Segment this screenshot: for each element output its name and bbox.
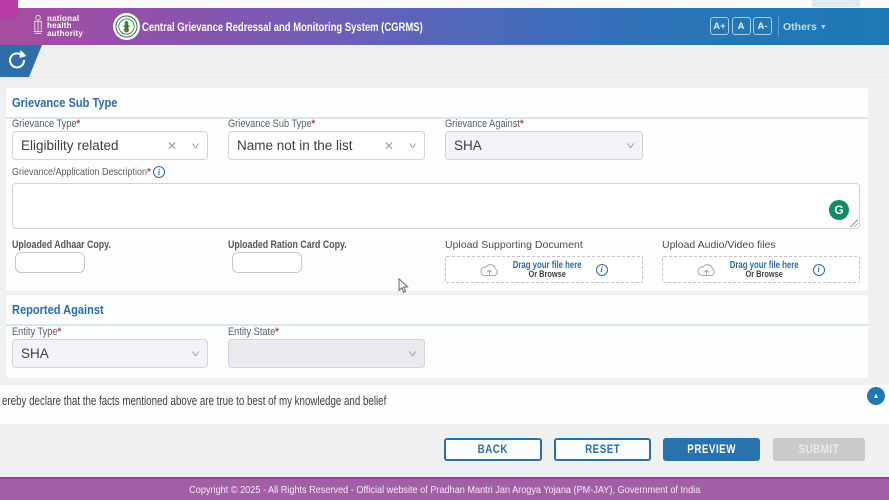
entity-state-label: Entity State* (228, 326, 279, 338)
corner-square (0, 0, 18, 18)
description-label: Grievance/Application Description* i (12, 166, 165, 178)
audio-video-label: Upload Audio/Video files (662, 239, 776, 251)
entity-type-select[interactable]: SHA ˅ (12, 339, 208, 368)
top-strip-pill (812, 0, 860, 7)
app-header: national health authority Central Grieva… (0, 8, 889, 45)
upload-cloud-icon (697, 263, 715, 276)
section-heading-reported: Reported Against (6, 295, 868, 326)
entity-type-field: Entity Type* SHA ˅ (12, 326, 208, 368)
chevron-down-icon[interactable]: ˅ (191, 141, 199, 151)
toolbar (0, 45, 889, 78)
clear-icon[interactable]: ✕ (167, 139, 177, 153)
chevron-down-icon[interactable]: ˅ (191, 349, 199, 359)
entity-type-label: Entity Type* (12, 326, 62, 338)
font-normal-button[interactable]: A (731, 17, 751, 35)
declaration-text: ereby declare that the facts mentioned a… (2, 394, 387, 408)
footer: Copyright © 2025 - All Rights Reserved -… (0, 477, 889, 500)
font-increase-button[interactable]: A+ (710, 17, 729, 35)
browse-link[interactable]: Or Browse (730, 269, 799, 279)
description-textarea[interactable]: G (12, 183, 860, 229)
font-size-controls: A+ A A- (710, 17, 772, 35)
font-decrease-button[interactable]: A- (753, 17, 772, 35)
top-strip (0, 0, 889, 8)
adhaar-upload-label: Uploaded Adhaar Copy. (12, 239, 111, 251)
resize-handle[interactable] (850, 219, 858, 227)
page-title: Central Grievance Redressal and Monitori… (142, 20, 423, 34)
clear-icon[interactable]: ✕ (384, 139, 394, 153)
refresh-tab[interactable] (0, 45, 44, 77)
grammarly-icon[interactable]: G (829, 200, 849, 220)
nha-logo: national health authority (32, 13, 83, 39)
adhaar-upload-box[interactable] (15, 252, 85, 273)
grievance-type-label: Grievance Type* (12, 118, 81, 130)
grievance-subtype-field: Grievance Sub Type* Name not in the list… (228, 118, 425, 160)
entity-state-field: Entity State* ˅ (228, 326, 425, 368)
entity-state-select[interactable]: ˅ (228, 339, 425, 368)
grievance-against-field: Grievance Against* SHA ˅ (445, 118, 643, 160)
pmjay-round-logo (113, 13, 140, 40)
mouse-cursor (398, 278, 409, 293)
nha-emblem-icon (33, 14, 43, 34)
supporting-doc-label: Upload Supporting Document (445, 239, 583, 251)
back-button[interactable]: BACK (444, 438, 542, 461)
browse-link[interactable]: Or Browse (513, 269, 582, 279)
chevron-down-icon: ▼ (819, 24, 827, 31)
grievance-subtype-select[interactable]: Name not in the list ✕ ˅ (228, 131, 425, 160)
scroll-top-button[interactable]: ▲ (867, 387, 885, 405)
section-heading-grievance: Grievance Sub Type (6, 88, 868, 119)
ration-upload-label: Uploaded Ration Card Copy. (228, 239, 347, 251)
reset-button[interactable]: RESET (554, 438, 651, 461)
grievance-against-select[interactable]: SHA ˅ (445, 131, 643, 160)
grievance-subtype-label: Grievance Sub Type* (228, 118, 316, 130)
grievance-type-select[interactable]: Eligibility related ✕ ˅ (12, 131, 208, 160)
audio-video-dropzone[interactable]: Drag your file here Or Browse i (662, 256, 860, 283)
grievance-against-label: Grievance Against* (445, 118, 524, 130)
footer-text: Copyright © 2025 - All Rights Reserved -… (188, 483, 701, 496)
info-icon[interactable]: i (152, 166, 165, 178)
chevron-down-icon[interactable]: ˅ (626, 141, 634, 151)
info-icon[interactable]: i (812, 263, 825, 276)
header-divider (778, 16, 779, 37)
nha-logo-text: national health authority (47, 14, 84, 38)
upload-cloud-icon (480, 263, 498, 276)
preview-button[interactable]: PREVIEW (663, 438, 760, 461)
ration-upload-box[interactable] (232, 252, 302, 273)
pmjay-logo-emblem (115, 15, 138, 38)
chevron-down-icon[interactable]: ˅ (408, 141, 416, 151)
supporting-doc-dropzone[interactable]: Drag your file here Or Browse i (445, 256, 643, 283)
others-menu[interactable]: Others ▼ (783, 21, 827, 33)
grievance-type-field: Grievance Type* Eligibility related ✕ ˅ (12, 118, 208, 160)
submit-button[interactable]: SUBMIT (773, 438, 865, 461)
info-icon[interactable]: i (595, 263, 608, 276)
chevron-down-icon[interactable]: ˅ (408, 349, 416, 359)
